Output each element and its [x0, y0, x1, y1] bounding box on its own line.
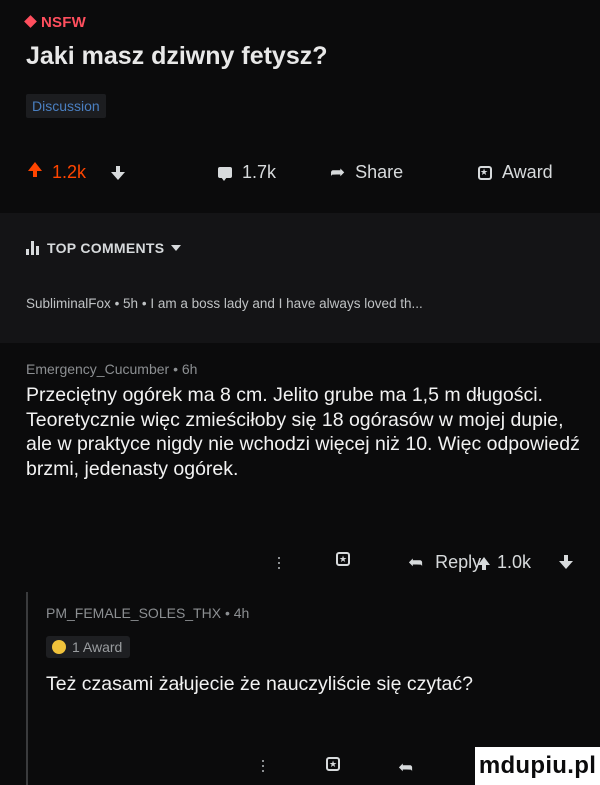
chevron-down-icon	[171, 245, 182, 251]
comment2-award-button[interactable]: ★	[326, 757, 340, 771]
post-title[interactable]: Jaki masz dziwny fetysz?	[26, 42, 328, 71]
downvote-icon[interactable]	[111, 166, 125, 180]
collapsed-comment-author[interactable]: SubliminalFox	[26, 296, 111, 311]
share-icon: ➦	[330, 162, 346, 182]
comment2-author[interactable]: PM_FEMALE_SOLES_THX	[46, 605, 221, 621]
collapsed-comment-age: 5h	[123, 296, 139, 311]
collapsed-comment-preview: I am a boss lady and I have always loved…	[150, 296, 423, 311]
comment1-vote-count: 1.0k	[497, 552, 532, 572]
reply-icon: ➦	[408, 552, 424, 572]
more-icon[interactable]	[262, 760, 264, 772]
watermark: mdupiu.pl	[475, 747, 600, 785]
comment1-author[interactable]: Emergency_Cucumber	[26, 361, 169, 377]
award-icon: ★	[336, 552, 350, 566]
comment1-award-button[interactable]: ★	[336, 552, 350, 566]
comments-header-band	[0, 213, 600, 343]
post-comment-count: 1.7k	[242, 162, 277, 182]
comment1-body: Przeciętny ogórek ma 8 cm. Jelito grube …	[26, 384, 580, 480]
award-icon: ★	[478, 165, 492, 180]
comment2-award-badge[interactable]: 1 Award	[46, 636, 131, 658]
nsfw-badge: NSFW	[24, 14, 86, 31]
comment2-age: 4h	[233, 605, 250, 621]
top-comments-icon	[26, 241, 39, 255]
post-comments-button[interactable]: 1.7k	[218, 162, 276, 183]
award-count-label: 1 Award	[72, 639, 123, 655]
post-downvote-button[interactable]	[111, 166, 130, 180]
nsfw-icon	[24, 15, 37, 28]
nsfw-label: NSFW	[41, 14, 86, 31]
comment1-meta: Emergency_Cucumber • 6h	[26, 361, 198, 377]
comment2-meta: PM_FEMALE_SOLES_THX • 4h	[46, 605, 250, 621]
sort-label: TOP COMMENTS	[47, 240, 165, 256]
comment1-reply-button[interactable]: ➦ Reply	[408, 552, 481, 573]
downvote-icon[interactable]	[559, 555, 573, 569]
more-icon[interactable]	[278, 557, 280, 569]
comment1-action-bar: ★ ➦ Reply 1.0k	[0, 552, 600, 580]
post-flair[interactable]: Discussion	[26, 94, 106, 118]
comment2-reply-button[interactable]: ➦	[398, 757, 413, 778]
post-share-button[interactable]: ➦ Share	[330, 162, 403, 183]
share-label: Share	[355, 162, 404, 182]
comment1-age: 6h	[181, 361, 198, 377]
post-vote-count: 1.2k	[52, 162, 87, 182]
reply-label: Reply	[435, 552, 482, 572]
medal-icon	[52, 640, 66, 654]
post-award-button[interactable]: ★ Award	[478, 162, 553, 183]
comment1-upvote-button[interactable]	[478, 557, 490, 570]
sort-comments-dropdown[interactable]: TOP COMMENTS	[26, 240, 182, 256]
post-upvote-button[interactable]	[28, 162, 52, 177]
comment-icon	[218, 167, 232, 181]
reply-icon: ➦	[398, 757, 414, 777]
comment1-downvote-button[interactable]	[559, 555, 573, 569]
comment2-body: Też czasami żałujecie że nauczyliście si…	[46, 673, 474, 695]
award-label: Award	[502, 162, 553, 182]
collapsed-comment[interactable]: SubliminalFox • 5h • I am a boss lady an…	[26, 296, 423, 311]
award-icon: ★	[326, 757, 340, 771]
upvote-icon[interactable]	[478, 557, 490, 570]
post-action-bar: 1.2k 1.7k ➦ Share ★ Award	[0, 162, 600, 198]
upvote-icon[interactable]	[28, 162, 42, 177]
